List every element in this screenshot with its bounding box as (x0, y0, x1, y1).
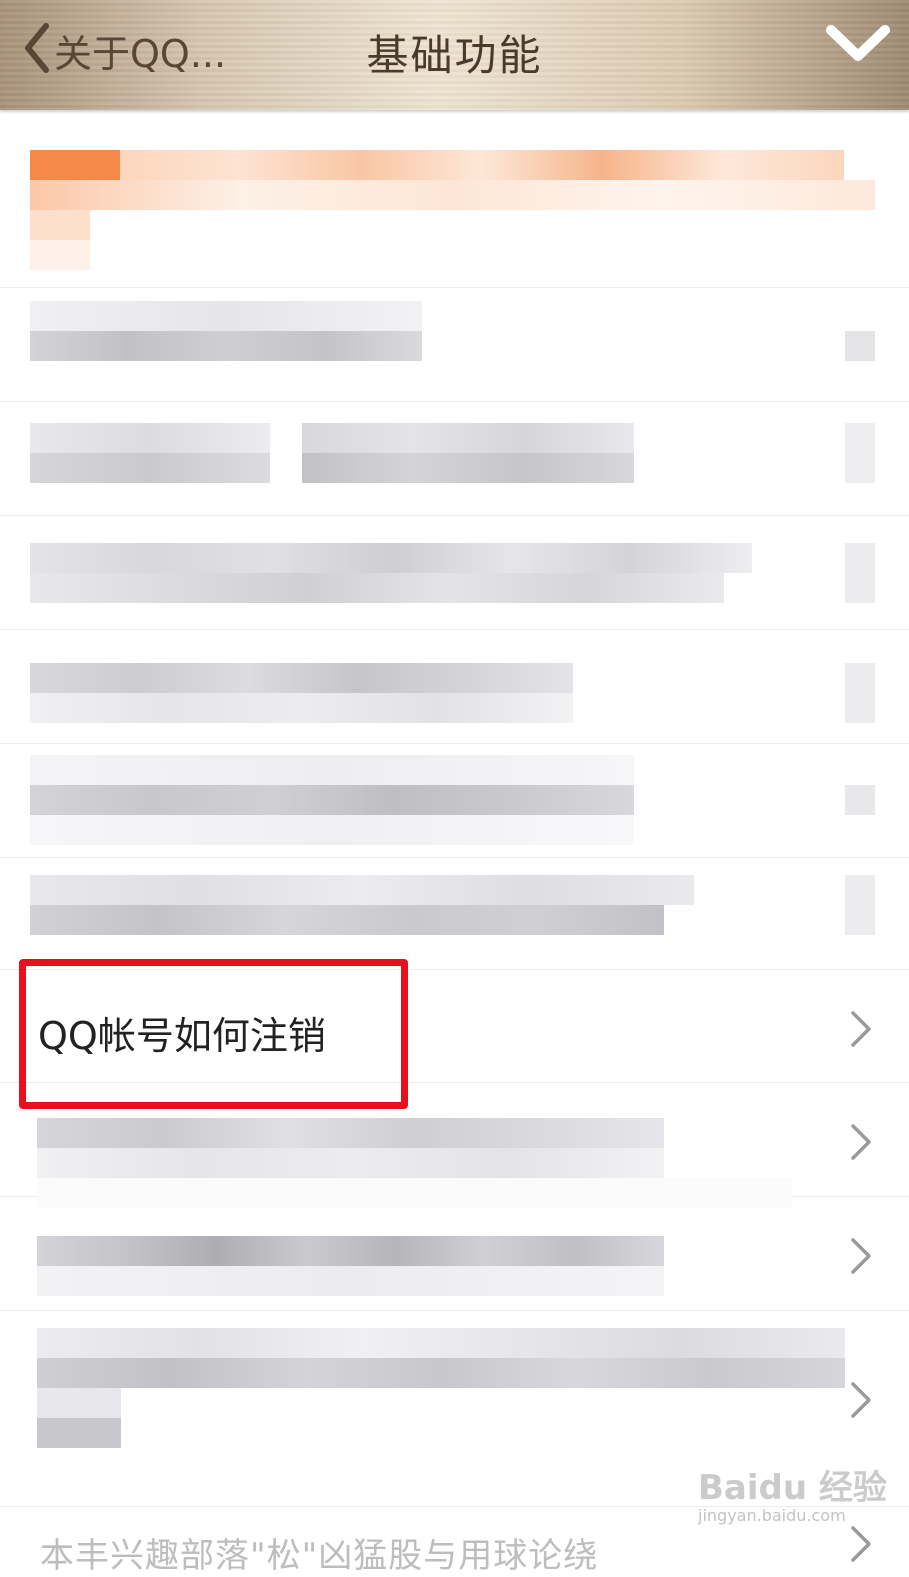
pixelated-text (37, 1148, 664, 1178)
pixelated-text (30, 663, 573, 693)
chevron-right-icon (849, 1122, 873, 1166)
list-item[interactable] (0, 1082, 909, 1208)
pixelated-text (37, 1236, 664, 1266)
pixelated-text (37, 1418, 121, 1448)
pixelated-text (845, 543, 875, 603)
baidu-logo: Baidu 经验 (698, 1468, 887, 1508)
pixelated-text (30, 815, 634, 845)
pixelated-text (37, 1358, 845, 1388)
pixelated-text (37, 1328, 845, 1358)
list-item[interactable] (0, 287, 909, 402)
pixelated-text (37, 1118, 664, 1148)
list-item[interactable] (0, 112, 909, 288)
pixelated-text (120, 150, 844, 180)
pixelated-text (30, 301, 422, 331)
pixelated-text (845, 875, 875, 935)
pixelated-text (30, 150, 120, 180)
chevron-right-icon (849, 1236, 873, 1280)
pixelated-text (37, 1266, 664, 1296)
list-item[interactable] (0, 401, 909, 516)
pixelated-text (30, 423, 270, 453)
pixelated-text (302, 423, 634, 453)
list-item-label: 本丰兴趣部落"松"凶猛股与用球论绕 (40, 1536, 599, 1576)
watermark-url: jingyan.baidu.com (698, 1506, 846, 1525)
pixelated-text (30, 785, 634, 815)
pixelated-text (30, 543, 752, 573)
pixelated-text (30, 180, 875, 210)
page-title: 基础功能 (366, 31, 543, 80)
chevron-right-icon (849, 1009, 873, 1053)
list-item[interactable] (0, 1196, 909, 1311)
pixelated-text (30, 453, 270, 483)
pixelated-text (30, 331, 422, 361)
pixelated-text (30, 573, 724, 603)
list-item[interactable] (0, 629, 909, 744)
pixelated-text (845, 785, 875, 815)
pixelated-text (30, 240, 90, 270)
pixelated-text (30, 210, 90, 240)
pixelated-text (30, 755, 634, 785)
list-item[interactable] (0, 857, 909, 970)
pixelated-text (37, 1388, 121, 1418)
pixelated-text (845, 331, 875, 361)
list-item[interactable] (0, 515, 909, 630)
pixelated-text (302, 453, 634, 483)
pixelated-text (845, 423, 875, 483)
dropdown-button[interactable] (823, 18, 893, 72)
pixelated-text (845, 663, 875, 723)
pixelated-text (30, 693, 573, 723)
pixelated-text (30, 905, 664, 935)
pixelated-text (30, 875, 694, 905)
baidu-watermark: Baidu 经验 jingyan.baidu.com (698, 1460, 888, 1540)
chevron-down-icon (823, 25, 893, 72)
list-item[interactable] (0, 743, 909, 858)
chevron-right-icon (849, 1380, 873, 1424)
